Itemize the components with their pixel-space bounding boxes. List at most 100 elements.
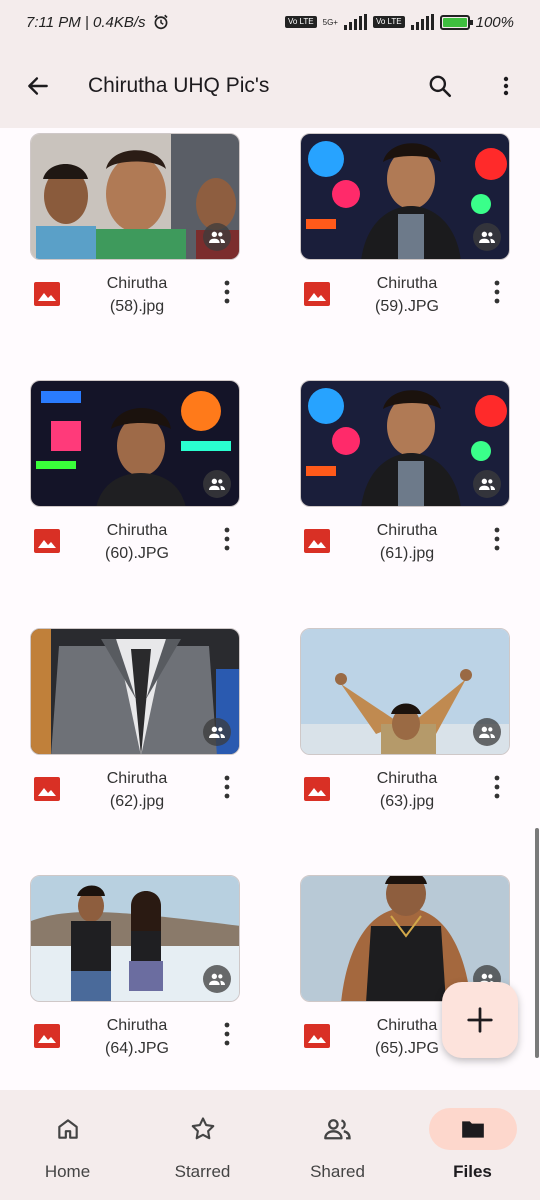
app-bar: Chirutha UHQ Pic's [0,44,540,128]
scrollbar[interactable] [535,828,539,1058]
file-more-button[interactable] [214,280,240,304]
more-vert-icon [494,280,500,304]
file-card[interactable]: Chirutha (58).jpg [30,133,240,363]
file-name-line2: (63).jpg [379,793,435,810]
file-card[interactable]: Chirutha (63).jpg [300,628,510,858]
people-icon [323,1119,351,1140]
bottom-navigation: Home Starred Shared Files [0,1090,540,1200]
battery-icon [439,14,473,30]
file-name-line1: Chirutha [376,770,438,787]
status-time-speed: 7:11 PM | 0.4KB/s [26,13,146,31]
file-name-line1: Chirutha [106,522,168,539]
file-thumbnail[interactable] [30,133,240,260]
file-more-button[interactable] [214,1022,240,1046]
file-more-button[interactable] [214,527,240,551]
file-thumbnail[interactable] [30,380,240,507]
nav-shared-label: Shared [310,1162,365,1181]
file-meta: Chirutha (59).JPG [300,270,510,330]
file-name-line1: Chirutha [106,1017,168,1034]
file-type [304,282,330,306]
file-card[interactable]: Chirutha (60).JPG [30,380,240,610]
image-file-icon [34,529,60,553]
people-icon [209,973,225,985]
back-button[interactable] [18,66,58,106]
star-icon [191,1117,214,1140]
file-card[interactable]: Chirutha (61).jpg [300,380,510,610]
file-type [304,777,330,801]
shared-badge [203,718,231,746]
shared-badge [203,223,231,251]
folder-icon [461,1121,484,1138]
file-thumbnail[interactable] [30,628,240,755]
file-name-line1: Chirutha [376,522,438,539]
file-type [34,777,60,801]
file-thumbnail[interactable] [30,875,240,1002]
file-card[interactable]: Chirutha (64).JPG [30,875,240,1090]
file-more-button[interactable] [484,775,510,799]
shared-badge [473,223,501,251]
file-thumbnail[interactable] [300,628,510,755]
file-more-button[interactable] [484,280,510,304]
nav-files-label: Files [453,1162,492,1181]
shared-badge [473,470,501,498]
network-type: 5G+ [322,17,338,27]
file-thumbnail[interactable] [300,380,510,507]
file-name-line2: (62).jpg [109,793,165,810]
people-icon [479,726,495,738]
nav-files[interactable]: Files [405,1090,540,1200]
file-name: Chirutha (58).jpg [60,272,214,318]
plus-icon [467,1007,493,1033]
image-file-icon [304,777,330,801]
file-meta: Chirutha (64).JPG [30,1012,240,1072]
people-icon [209,231,225,243]
file-name: Chirutha (59).JPG [330,272,484,318]
file-more-button[interactable] [484,527,510,551]
file-name-line1: Chirutha [106,770,168,787]
file-thumbnail[interactable] [300,133,510,260]
people-icon [479,231,495,243]
nav-starred-pill [159,1108,247,1150]
page-title: Chirutha UHQ Pic's [88,74,270,97]
file-name: Chirutha (62).jpg [60,767,214,813]
file-more-button[interactable] [214,775,240,799]
file-name-line1: Chirutha [376,275,438,292]
file-type [34,1024,60,1048]
file-name-line2: (58).jpg [109,298,165,315]
image-file-icon [304,282,330,306]
image-file-icon [34,282,60,306]
file-meta: Chirutha (61).jpg [300,517,510,577]
more-options-button[interactable] [486,66,526,106]
status-bar: 7:11 PM | 0.4KB/s Vo LTE 5G+ Vo LTE 100% [0,0,540,44]
search-button[interactable] [420,66,460,106]
file-meta: Chirutha (60).JPG [30,517,240,577]
file-meta: Chirutha (63).jpg [300,765,510,825]
file-type [34,282,60,306]
nav-shared-pill [294,1108,382,1150]
file-name-line2: (64).JPG [104,1040,169,1057]
image-file-icon [304,529,330,553]
file-card[interactable]: Chirutha (59).JPG [300,133,510,363]
nav-starred[interactable]: Starred [135,1090,270,1200]
file-name: Chirutha (63).jpg [330,767,484,813]
file-meta: Chirutha (62).jpg [30,765,240,825]
file-name-line2: (59).JPG [374,298,439,315]
status-left: 7:11 PM | 0.4KB/s [26,13,170,31]
add-new-button[interactable] [442,982,518,1058]
file-card[interactable]: Chirutha (62).jpg [30,628,240,858]
nav-home[interactable]: Home [0,1090,135,1200]
shared-badge [203,965,231,993]
nav-home-pill [24,1108,112,1150]
nav-shared[interactable]: Shared [270,1090,405,1200]
nav-starred-label: Starred [174,1162,231,1181]
shared-badge [203,470,231,498]
battery-percent: 100% [475,13,514,31]
more-vert-icon [224,775,230,799]
image-file-icon [34,1024,60,1048]
alarm-icon [153,14,168,30]
people-icon [209,478,225,490]
file-type [304,529,330,553]
shared-badge [473,718,501,746]
image-file-icon [34,777,60,801]
more-vert-icon [494,527,500,551]
file-meta: Chirutha (58).jpg [30,270,240,330]
